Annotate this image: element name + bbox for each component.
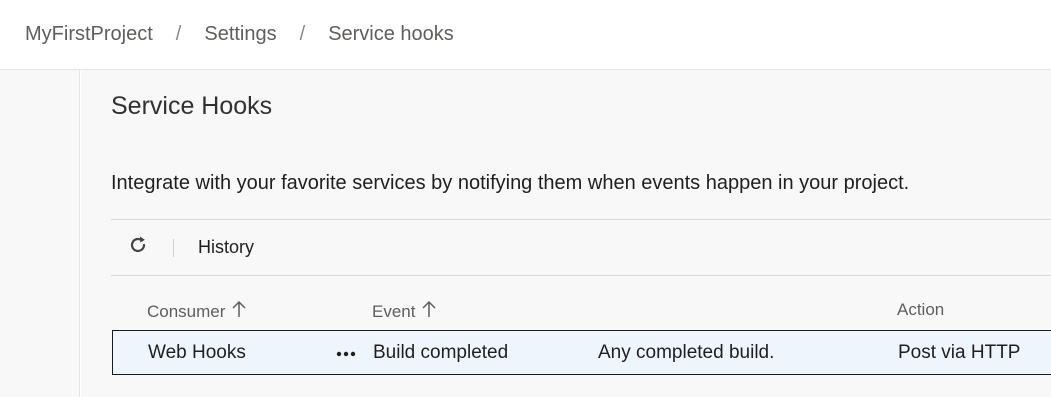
page-title: Service Hooks [111,92,273,120]
cell-consumer: Web Hooks [148,342,246,363]
table-row[interactable]: Web Hooks Build completed Any completed … [112,330,1051,375]
sort-ascending-icon [415,300,437,323]
breadcrumb-separator: / [299,23,306,45]
column-header-event[interactable]: Event [372,300,437,323]
breadcrumb: MyFirstProject / Settings / Service hook… [0,0,1051,70]
history-button[interactable]: History [198,237,254,258]
more-actions-button[interactable] [331,337,361,367]
refresh-button[interactable] [118,228,158,268]
refresh-icon [127,234,149,261]
column-header-label: Action [897,300,945,319]
grid-header: Consumer Event Action [111,296,1051,326]
breadcrumb-settings[interactable]: Settings [204,23,276,46]
sort-ascending-icon [225,300,247,323]
cell-event: Build completed [373,342,509,363]
cell-action: Post via HTTP [898,342,1021,363]
more-icon [335,341,357,363]
breadcrumb-separator: / [175,23,182,45]
cell-event-detail: Any completed build. [598,342,775,363]
column-header-label: Consumer [147,301,226,321]
page-description: Integrate with your favorite services by… [111,172,910,194]
left-nav-panel [0,70,80,397]
main-content: Service Hooks Integrate with your favori… [81,70,1051,397]
column-header-action[interactable]: Action [897,300,944,320]
column-header-label: Event [372,301,416,321]
breadcrumb-current[interactable]: Service hooks [328,23,454,46]
breadcrumb-project[interactable]: MyFirstProject [25,23,153,46]
toolbar-divider [173,238,174,257]
toolbar: History [111,219,1051,276]
column-header-consumer[interactable]: Consumer [147,300,247,323]
